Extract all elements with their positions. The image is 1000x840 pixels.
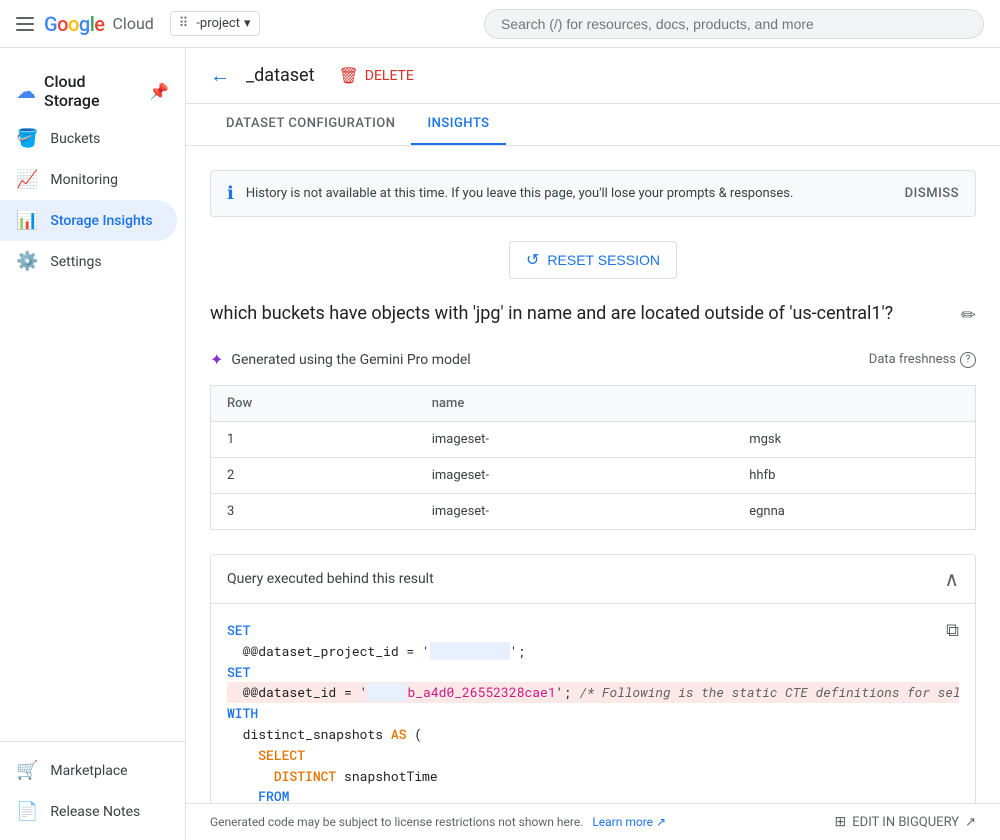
code-block: SET @@dataset_project_id = ''; SET @@dat… (227, 620, 959, 803)
delete-label: DELETE (365, 68, 414, 84)
edit-in-bigquery-button[interactable]: ⊞ EDIT IN BIGQUERY ↗ (835, 814, 976, 830)
cloud-text: Cloud (113, 14, 154, 33)
table-row: 1 imageset- mgsk (211, 422, 976, 458)
tabs: DATASET CONFIGURATION INSIGHTS (186, 104, 1000, 146)
sidebar: ☁ Cloud Storage 📌 🪣 Buckets 📈 Monitoring… (0, 48, 186, 840)
row-col1: imageset- (416, 422, 733, 458)
generated-label-row: ✦ Generated using the Gemini Pro model D… (210, 350, 976, 369)
sql-body: ⧉ SET @@dataset_project_id = ''; SET @@d… (211, 604, 975, 803)
edit-query-button[interactable]: ✏ (961, 305, 976, 326)
top-bar-left: Google Cloud ⠿ -project ▾ (16, 11, 260, 36)
sidebar-header: ☁ Cloud Storage 📌 (0, 56, 185, 118)
sidebar-item-buckets-label: Buckets (50, 131, 100, 147)
sidebar-item-buckets[interactable]: 🪣 Buckets (0, 118, 177, 159)
copy-button[interactable]: ⧉ (946, 620, 959, 641)
content-area: ← _dataset 🗑 DELETE DATASET CONFIGURATIO… (186, 48, 1000, 840)
sidebar-item-marketplace[interactable]: 🛒 Marketplace (0, 750, 177, 791)
table-row: 3 imageset- egnna (211, 494, 976, 530)
info-icon: ℹ (227, 183, 234, 204)
settings-icon: ⚙️ (16, 251, 38, 272)
dots-icon: ⠿ (179, 16, 189, 31)
sidebar-item-release-notes-label: Release Notes (50, 804, 140, 820)
banner-text: History is not available at this time. I… (246, 186, 893, 201)
col-header-extra (733, 386, 975, 422)
learn-more-link[interactable]: Learn more ↗ (589, 815, 666, 829)
tab-insights[interactable]: INSIGHTS (411, 104, 505, 145)
sidebar-item-storage-insights-label: Storage Insights (50, 213, 152, 229)
sidebar-item-storage-insights[interactable]: 📊 Storage Insights (0, 200, 177, 241)
sql-header[interactable]: Query executed behind this result ∧ (211, 555, 975, 604)
dismiss-button[interactable]: DISMISS (905, 186, 959, 201)
gemini-icon: ✦ (210, 350, 223, 369)
collapse-icon[interactable]: ∧ (944, 567, 959, 591)
reset-session-label: RESET SESSION (547, 252, 660, 268)
sql-section: Query executed behind this result ∧ ⧉ SE… (210, 554, 976, 803)
search-input[interactable] (484, 9, 984, 39)
row-num: 3 (211, 494, 416, 530)
bigquery-icon: ⊞ (835, 814, 847, 830)
table-row: 2 imageset- hhfb (211, 458, 976, 494)
cloud-storage-icon: ☁ (16, 79, 36, 103)
sidebar-title: Cloud Storage (44, 72, 141, 110)
top-bar: Google Cloud ⠿ -project ▾ (0, 0, 1000, 48)
data-freshness-label: Data freshness (869, 352, 956, 367)
tab-dataset-configuration[interactable]: DATASET CONFIGURATION (210, 104, 411, 145)
query-row: which buckets have objects with 'jpg' in… (210, 303, 976, 326)
sidebar-item-marketplace-label: Marketplace (50, 763, 127, 779)
results-table: Row name 1 imageset- mgsk 2 imageset- hh… (210, 385, 976, 530)
edit-bigquery-label: EDIT IN BIGQUERY (852, 815, 959, 830)
pin-icon[interactable]: 📌 (149, 82, 169, 101)
reset-icon: ↺ (526, 250, 539, 270)
sidebar-item-monitoring-label: Monitoring (50, 172, 118, 188)
data-freshness: Data freshness ? (869, 352, 976, 368)
row-col2: egnna (733, 494, 975, 530)
row-col2: mgsk (733, 422, 975, 458)
sql-header-title: Query executed behind this result (227, 571, 434, 587)
row-col1: imageset- (416, 494, 733, 530)
search-bar (484, 9, 984, 39)
back-button[interactable]: ← (210, 63, 230, 88)
release-notes-icon: 📄 (16, 801, 38, 822)
main-layout: ☁ Cloud Storage 📌 🪣 Buckets 📈 Monitoring… (0, 48, 1000, 840)
google-logo: Google (44, 12, 105, 36)
buckets-icon: 🪣 (16, 128, 38, 149)
row-num: 2 (211, 458, 416, 494)
sidebar-item-release-notes[interactable]: 📄 Release Notes (0, 791, 177, 832)
breadcrumb: _dataset (246, 65, 314, 86)
chevron-down-icon: ▾ (244, 16, 251, 31)
sidebar-item-monitoring[interactable]: 📈 Monitoring (0, 159, 177, 200)
query-section: which buckets have objects with 'jpg' in… (210, 303, 976, 326)
project-selector-label: -project (196, 16, 240, 31)
row-col2: hhfb (733, 458, 975, 494)
row-num: 1 (211, 422, 416, 458)
help-icon[interactable]: ? (960, 352, 976, 368)
query-text: which buckets have objects with 'jpg' in… (210, 303, 949, 324)
sidebar-item-settings-label: Settings (50, 254, 101, 270)
storage-insights-icon: 📊 (16, 210, 38, 231)
content-footer: Generated code may be subject to license… (186, 803, 1000, 840)
reset-section: ↺ RESET SESSION (210, 241, 976, 279)
sidebar-item-settings[interactable]: ⚙️ Settings (0, 241, 177, 282)
footer-text: Generated code may be subject to license… (210, 815, 666, 829)
hamburger-menu-button[interactable] (16, 14, 36, 34)
external-link-icon: ↗ (965, 815, 976, 830)
content-body: ℹ History is not available at this time.… (186, 146, 1000, 803)
monitoring-icon: 📈 (16, 169, 38, 190)
trash-icon: 🗑 (338, 66, 358, 85)
generated-label-text: Generated using the Gemini Pro model (231, 352, 470, 368)
info-banner: ℹ History is not available at this time.… (210, 170, 976, 217)
col-header-row: Row (211, 386, 416, 422)
reset-session-button[interactable]: ↺ RESET SESSION (509, 241, 677, 279)
marketplace-icon: 🛒 (16, 760, 38, 781)
col-header-name: name (416, 386, 733, 422)
content-header: ← _dataset 🗑 DELETE (186, 48, 1000, 104)
project-selector[interactable]: ⠿ -project ▾ (170, 11, 260, 36)
delete-button[interactable]: 🗑 DELETE (338, 66, 413, 85)
row-col1: imageset- (416, 458, 733, 494)
sidebar-bottom: 🛒 Marketplace 📄 Release Notes (0, 741, 185, 832)
